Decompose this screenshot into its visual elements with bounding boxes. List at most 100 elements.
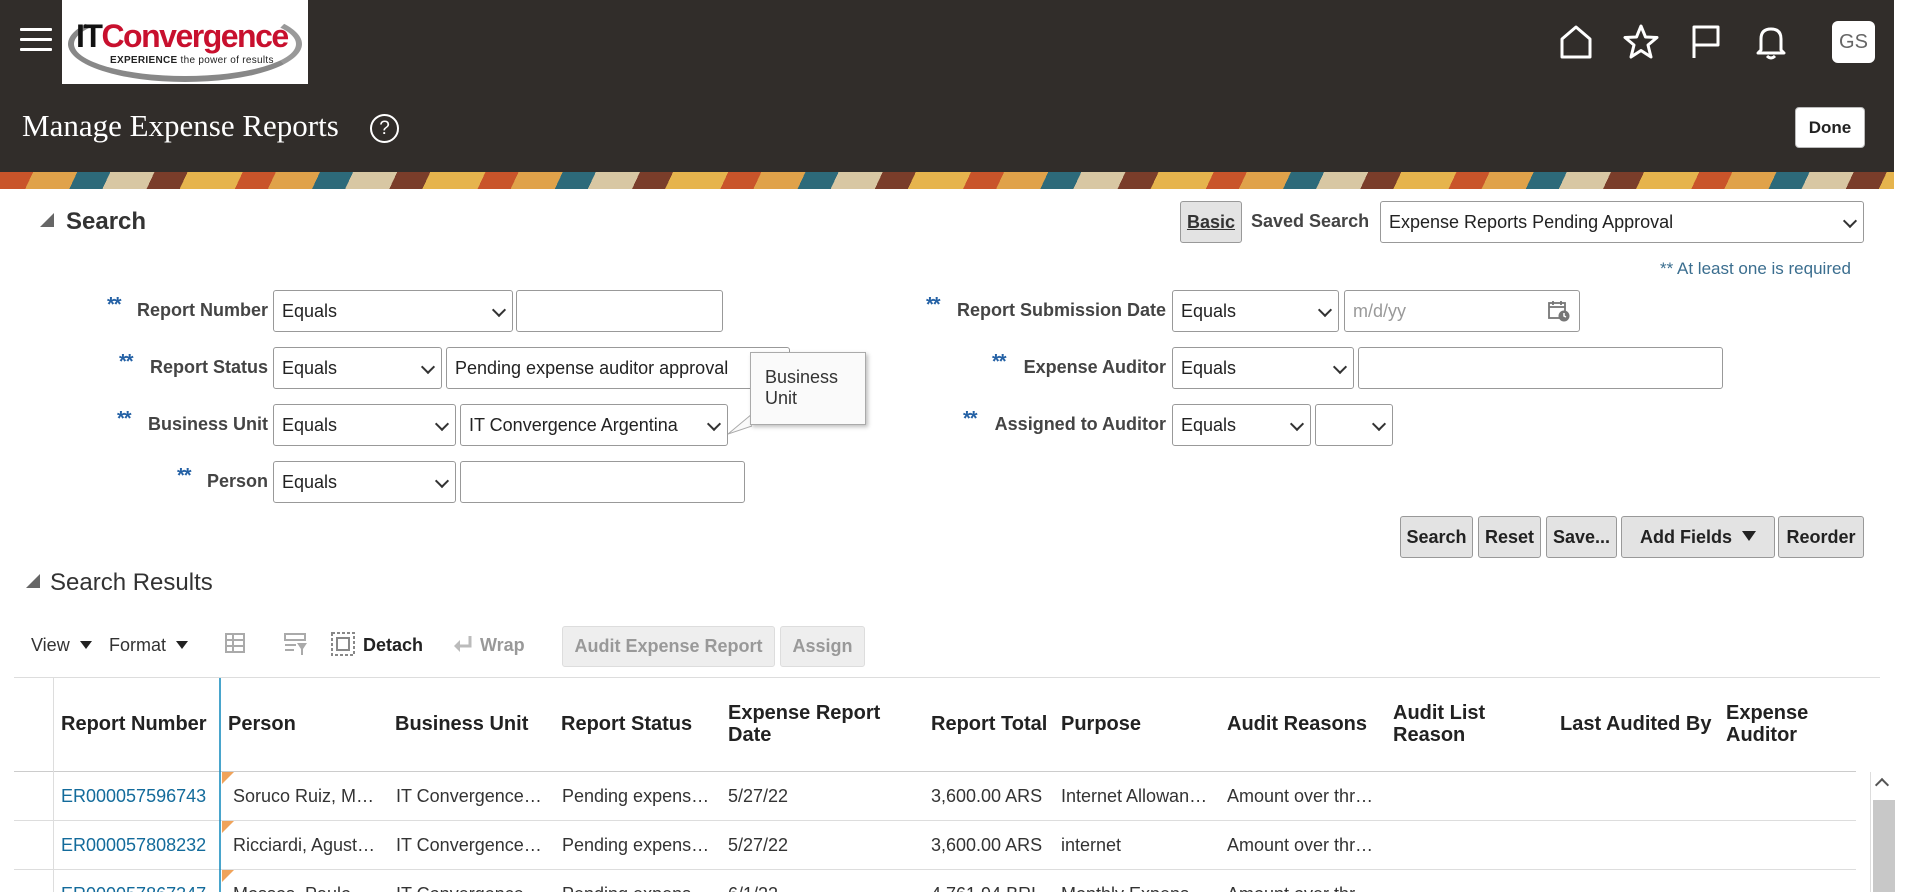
scrollbar-thumb[interactable] [1873,800,1895,892]
report-number-operator[interactable]: Equals [273,290,513,332]
reorder-button[interactable]: Reorder [1778,516,1864,558]
flag-indicator-icon [222,870,234,882]
basic-search-button[interactable]: Basic [1180,201,1242,243]
save-button[interactable]: Save... [1546,516,1617,558]
required-marker: ** [107,294,122,316]
assigned-to-auditor-operator[interactable]: Equals [1172,404,1311,446]
table-cell: Amount over thr… [1227,786,1374,806]
collapse-search-icon[interactable] [40,213,54,227]
table-row[interactable]: ER000057808232 Ricciardi, Agust… IT Conv… [14,821,1856,870]
chevron-down-icon [420,359,436,375]
report-number-link[interactable]: ER000057867347 [61,884,206,892]
table-cell: Internet Allowan… [1061,786,1208,806]
report-number-link[interactable]: ER000057808232 [61,835,206,856]
view-menu[interactable]: View [31,635,92,656]
column-header[interactable]: Business Unit [395,713,528,735]
report-status-label: Report Status [149,357,268,377]
table-cell: Amount over thr… [1227,835,1374,855]
assigned-to-auditor-select[interactable] [1315,404,1393,446]
table-row[interactable]: ER000057596743 Soruco Ruiz, M… IT Conver… [14,772,1856,821]
column-header[interactable]: Report Status [561,713,692,735]
add-fields-button[interactable]: Add Fields [1621,516,1775,558]
audit-expense-report-button[interactable]: Audit Expense Report [562,626,775,667]
table-cell: 4,761.94 BRL [931,884,1041,892]
collapse-results-icon[interactable] [26,574,40,588]
table-cell: IT Convergence… [396,884,546,892]
saved-search-label: Saved Search [1251,211,1370,231]
query-by-example-icon[interactable] [282,630,310,658]
table-cell: IT Convergence… [396,786,542,806]
report-status-operator[interactable]: Equals [273,347,442,389]
table-cell: Mossos, Paulo… [233,884,383,892]
table-header-row: Report Number Person Business Unit Repor… [14,678,1856,772]
search-button[interactable]: Search [1400,516,1473,558]
expense-auditor-label: Expense Auditor [1023,357,1166,377]
person-label: Person [206,471,268,491]
table-cell: Pending expens… [562,884,712,892]
scroll-up-icon[interactable] [1874,777,1890,793]
column-header[interactable]: Purpose [1061,713,1141,735]
wrap-icon[interactable] [448,630,476,658]
column-header[interactable]: Audit List Reason [1393,702,1503,746]
table-cell: 5/27/22 [728,835,789,855]
table-row[interactable]: ER000057867347 Mossos, Paulo… IT Converg… [14,870,1856,892]
report-submission-date-input[interactable]: m/d/yy [1344,290,1580,332]
user-avatar[interactable]: GS [1832,21,1875,63]
bell-icon[interactable] [1751,22,1791,62]
company-logo[interactable]: ITConvergence EXPERIENCE the power of re… [62,0,308,84]
table-vertical-scrollbar[interactable] [1870,772,1895,892]
freeze-columns-icon[interactable] [222,630,250,658]
saved-search-select[interactable]: Expense Reports Pending Approval [1380,201,1864,243]
help-icon[interactable]: ? [370,114,399,143]
required-note: ** At least one is required [1660,259,1851,278]
report-number-label: Report Number [136,300,268,320]
table-cell: internet [1061,835,1122,855]
assign-button[interactable]: Assign [780,626,865,667]
chevron-down-icon [1317,302,1333,318]
column-header[interactable]: Report Number [61,713,207,735]
decorative-banner [0,172,1894,189]
business-unit-select[interactable]: IT Convergence Argentina [460,404,728,446]
report-number-link[interactable]: ER000057596743 [61,786,206,807]
person-operator[interactable]: Equals [273,461,456,503]
row-selector-column[interactable] [14,678,54,892]
expense-auditor-operator[interactable]: Equals [1172,347,1354,389]
report-submission-date-operator[interactable]: Equals [1172,290,1339,332]
column-header[interactable]: Last Audited By [1560,713,1712,735]
done-button[interactable]: Done [1795,107,1865,148]
column-header[interactable]: Report Total [931,713,1047,735]
results-section-title: Search Results [50,569,213,596]
column-header[interactable]: Expense Auditor [1726,702,1836,746]
tooltip-pointer [728,413,752,435]
home-icon[interactable] [1556,22,1596,62]
report-number-input[interactable] [516,290,723,332]
frozen-column-divider [219,678,221,892]
star-icon[interactable] [1621,22,1661,62]
person-input[interactable] [460,461,745,503]
table-cell: Ricciardi, Agust… [233,835,376,855]
column-header[interactable]: Expense Report Date [728,702,888,746]
business-unit-tooltip: Business Unit [750,352,866,425]
table-cell: Pending expens… [562,835,710,855]
flag-icon[interactable] [1686,22,1726,62]
calendar-icon[interactable] [1547,299,1571,323]
wrap-button[interactable]: Wrap [480,635,525,656]
table-cell: Monthly Expens… [1061,884,1211,892]
table-cell: Amount over thr… [1227,884,1377,892]
business-unit-operator[interactable]: Equals [273,404,456,446]
dropdown-arrow-icon [79,641,92,649]
required-marker: ** [926,294,941,316]
chevron-down-icon [1371,416,1387,432]
detach-button[interactable]: Detach [363,635,423,656]
hamburger-menu-icon[interactable] [20,28,52,56]
report-submission-date-label: Report Submission Date [956,300,1166,320]
column-header[interactable]: Audit Reasons [1227,713,1367,735]
table-cell: 5/27/22 [728,786,789,806]
chevron-down-icon [1842,213,1858,229]
format-menu[interactable]: Format [109,635,189,656]
expense-auditor-input[interactable] [1358,347,1723,389]
reset-button[interactable]: Reset [1478,516,1541,558]
detach-icon[interactable] [329,630,357,658]
column-header[interactable]: Person [228,713,296,735]
report-status-select[interactable]: Pending expense auditor approval [446,347,790,389]
